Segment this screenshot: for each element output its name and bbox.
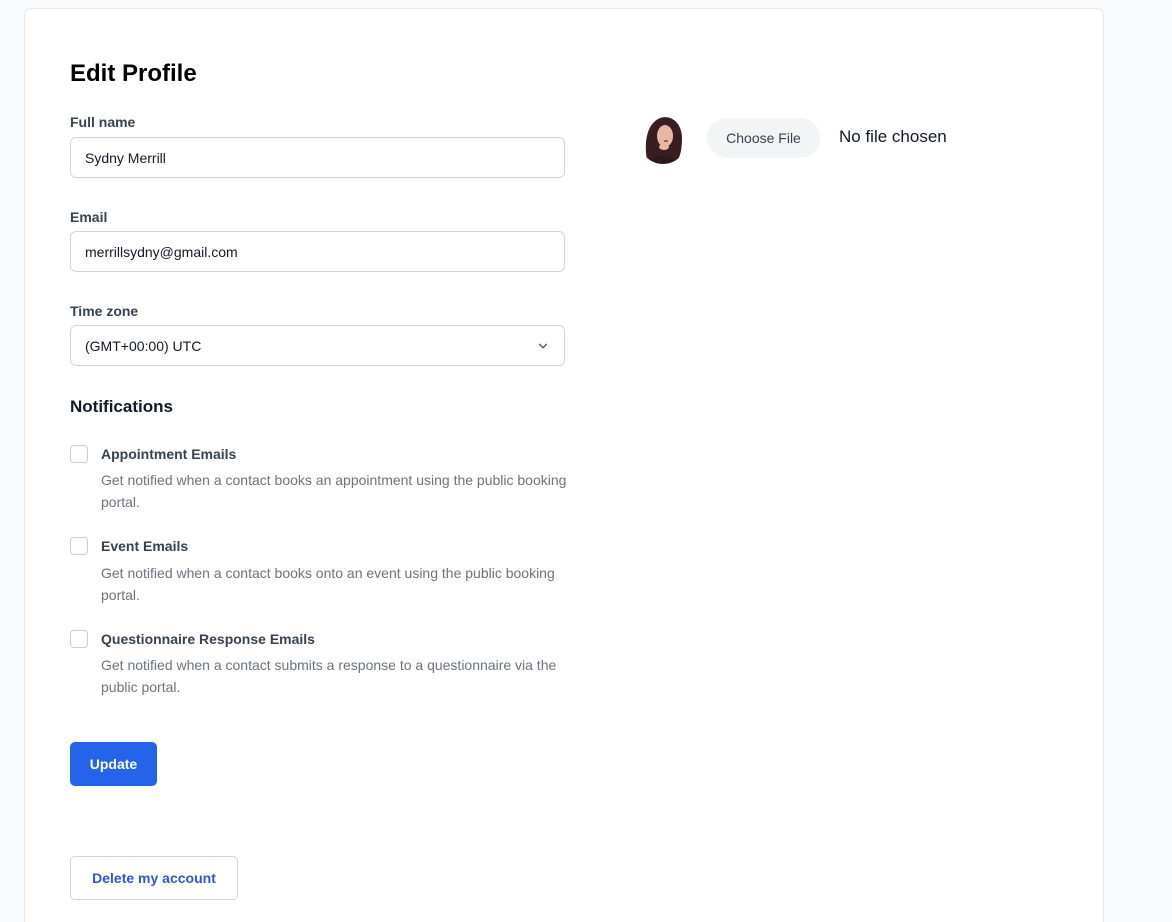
delete-account-button[interactable]: Delete my account <box>70 856 238 900</box>
questionnaire-response-emails-checkbox[interactable] <box>70 630 88 648</box>
update-button[interactable]: Update <box>70 742 157 786</box>
email-input[interactable] <box>85 243 550 260</box>
event-emails-description: Get notified when a contact books onto a… <box>101 565 555 603</box>
full-name-input[interactable] <box>85 149 550 166</box>
email-label: Email <box>70 209 108 225</box>
avatar <box>638 110 688 164</box>
file-status: No file chosen <box>839 127 947 146</box>
profile-card: Edit Profile Full name Email Time zone (… <box>24 8 1104 922</box>
appointment-emails-description: Get notified when a contact books an app… <box>101 472 567 510</box>
appointment-emails-label: Appointment Emails <box>101 446 237 462</box>
full-name-field[interactable] <box>70 137 565 178</box>
appointment-emails-checkbox[interactable] <box>70 445 88 463</box>
questionnaire-response-emails-description: Get notified when a contact submits a re… <box>101 657 557 695</box>
time-zone-select[interactable]: (GMT+00:00) UTC <box>70 325 565 366</box>
questionnaire-response-emails-label: Questionnaire Response Emails <box>101 631 315 647</box>
time-zone-label: Time zone <box>70 303 139 319</box>
full-name-label: Full name <box>70 114 136 130</box>
notifications-title: Notifications <box>70 397 173 416</box>
page-title: Edit Profile <box>70 60 197 87</box>
choose-file-button[interactable]: Choose File <box>707 118 820 158</box>
chevron-down-icon <box>538 343 548 349</box>
time-zone-value: (GMT+00:00) UTC <box>85 337 202 354</box>
avatar-photo-icon <box>638 110 688 164</box>
email-field[interactable] <box>70 231 565 272</box>
event-emails-label: Event Emails <box>101 538 189 554</box>
event-emails-checkbox[interactable] <box>70 537 88 555</box>
